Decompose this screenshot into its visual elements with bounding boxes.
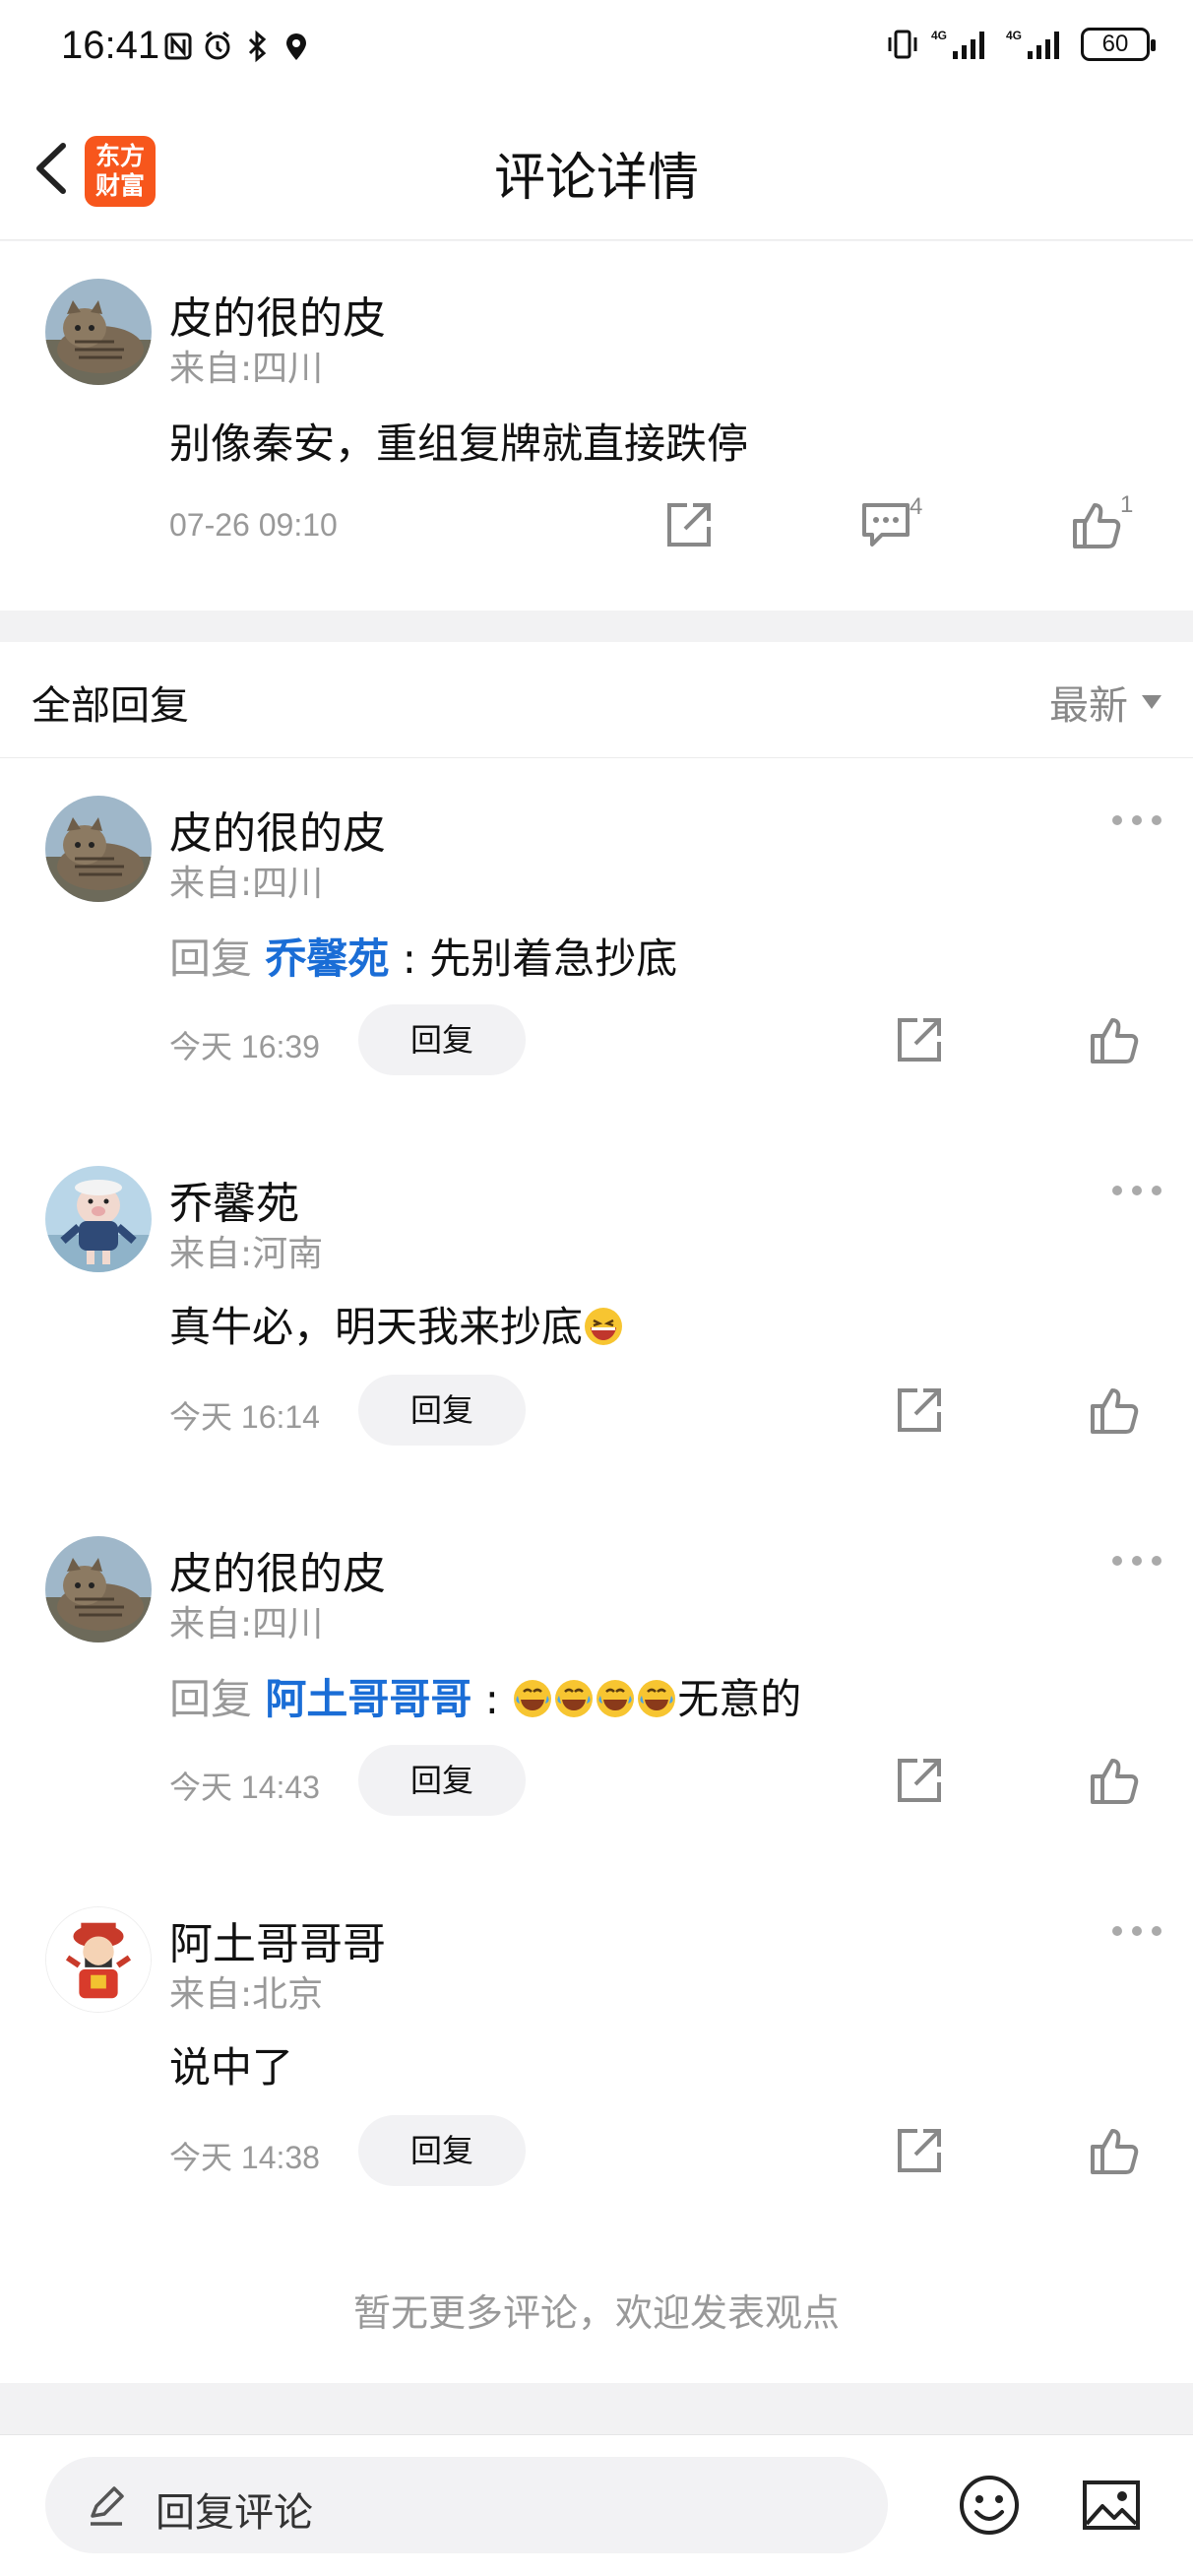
reply-button[interactable]: 回复 <box>358 1004 526 1075</box>
reply-text: 真牛必，明天我来抄底 <box>169 1303 584 1351</box>
nfc-icon <box>164 32 192 60</box>
tears-of-joy-emoji-icon <box>638 1680 676 1717</box>
timestamp: 今天 14:38 <box>169 2140 320 2175</box>
status-bar: 16:41 4G 4G 60 <box>0 0 1193 97</box>
no-more-comments-note: 暂无更多评论，欢迎发表观点 <box>352 2291 840 2335</box>
reply-button[interactable]: 回复 <box>358 2115 526 2186</box>
reply-button[interactable]: 回复 <box>358 1745 526 1816</box>
signal-icon-2: 4G <box>1006 29 1059 59</box>
like-icon[interactable] <box>1085 1381 1144 1440</box>
reply-text: 先别着急抄底 <box>429 934 678 983</box>
mention-link[interactable]: 阿土哥哥哥 <box>265 1675 471 1723</box>
battery-icon: 60 <box>1081 28 1156 61</box>
timestamp: 今天 14:43 <box>169 1770 320 1805</box>
reply-content: 回复 乔馨苑 : 先别着急抄底 <box>169 926 677 986</box>
username[interactable]: 皮的很的皮 <box>169 1538 386 1601</box>
tears-of-joy-emoji-icon <box>514 1680 552 1717</box>
battery-level: 60 <box>1101 31 1129 57</box>
svg-text:4G: 4G <box>1006 29 1022 42</box>
share-icon[interactable] <box>890 2121 949 2180</box>
alarm-icon <box>205 31 230 60</box>
more-options-icon[interactable] <box>1112 1926 1162 1940</box>
mention-link[interactable]: 乔馨苑 <box>265 934 389 983</box>
page-title: 评论详情 <box>493 149 699 208</box>
share-icon[interactable] <box>890 1751 949 1810</box>
image-picker-icon[interactable] <box>1079 2473 1144 2538</box>
comment-content: 别像秦安，重组复牌就直接跌停 <box>169 419 749 468</box>
reply-button[interactable]: 回复 <box>358 1375 526 1446</box>
reply-item: 皮的很的皮 来自:四川 回复 乔馨苑 : 先别着急抄底 今天 16:39 回复 <box>0 758 1193 1128</box>
reply-prefix: 回复 <box>169 934 253 983</box>
reply-text: 无意的 <box>677 1675 802 1723</box>
share-icon[interactable] <box>890 1010 949 1069</box>
comment-icon[interactable] <box>856 495 915 554</box>
username[interactable]: 阿土哥哥哥 <box>169 1908 386 1971</box>
location: 来自:河南 <box>169 1234 324 1274</box>
replies-header: 全部回复 最新 <box>0 642 1193 758</box>
reply-prefix: 回复 <box>169 1675 253 1723</box>
reply-item: 乔馨苑 来自:河南 真牛必，明天我来抄底 今天 16:14 回复 <box>0 1128 1193 1499</box>
svg-text:4G: 4G <box>931 29 947 42</box>
signal-icon-1: 4G <box>931 29 984 59</box>
like-icon[interactable] <box>1085 1010 1144 1069</box>
sort-label: 最新 <box>1049 683 1128 729</box>
reply-content: 回复 阿土哥哥哥 : 无意的 <box>169 1666 801 1726</box>
sort-dropdown[interactable]: 最新 <box>1049 674 1162 731</box>
emoji-picker-icon[interactable] <box>957 2473 1022 2538</box>
status-icons-left <box>163 30 311 63</box>
avatar-cat[interactable] <box>45 1536 152 1642</box>
like-icon[interactable] <box>1067 495 1126 554</box>
vibrate-icon <box>888 30 917 59</box>
reply-separator: : <box>402 934 416 983</box>
username[interactable]: 皮的很的皮 <box>169 283 386 346</box>
more-options-icon[interactable] <box>1112 1556 1162 1570</box>
tears-of-joy-emoji-icon <box>555 1680 594 1717</box>
status-icons-right: 4G 4G 60 <box>886 28 1156 61</box>
timestamp: 07-26 09:10 <box>169 507 338 543</box>
bluetooth-icon <box>248 30 267 63</box>
comment-count: 4 <box>910 493 923 520</box>
replies-title: 全部回复 <box>31 683 189 729</box>
reply-input[interactable]: 回复评论 <box>45 2457 888 2553</box>
timestamp: 今天 16:39 <box>169 1029 320 1064</box>
username[interactable]: 皮的很的皮 <box>169 798 386 861</box>
avatar-cat[interactable] <box>45 279 152 385</box>
like-icon[interactable] <box>1085 2121 1144 2180</box>
like-icon[interactable] <box>1085 1751 1144 1810</box>
dropdown-arrow-icon <box>1142 695 1162 709</box>
avatar-cat[interactable] <box>45 796 152 902</box>
share-icon[interactable] <box>659 495 719 554</box>
pencil-icon <box>91 2486 124 2526</box>
reply-input-placeholder: 回复评论 <box>156 2490 313 2536</box>
reply-text: 说中了 <box>169 2043 294 2092</box>
location-icon <box>286 33 306 60</box>
more-options-icon[interactable] <box>1112 1186 1162 1199</box>
location: 来自:四川 <box>169 1604 324 1644</box>
reply-content: 真牛必，明天我来抄底 <box>169 1294 624 1354</box>
more-options-icon[interactable] <box>1112 815 1162 829</box>
location: 来自:四川 <box>169 864 324 904</box>
nav-bar: 东方 财富 评论详情 <box>0 97 1193 240</box>
reply-separator: : <box>484 1675 499 1723</box>
share-icon[interactable] <box>890 1381 949 1440</box>
tears-of-joy-emoji-icon <box>596 1680 635 1717</box>
reply-list: 皮的很的皮 来自:四川 回复 乔馨苑 : 先别着急抄底 今天 16:39 回复 … <box>0 758 1193 2383</box>
avatar-pig-character[interactable] <box>45 1166 152 1272</box>
main-comment: 皮的很的皮 来自:四川 别像秦安，重组复牌就直接跌停 07-26 09:10 4… <box>0 241 1193 611</box>
bottom-bar: 回复评论 <box>0 2434 1193 2576</box>
status-time: 16:41 <box>61 24 160 67</box>
like-count: 1 <box>1120 491 1134 518</box>
reply-item: 阿土哥哥哥 来自:北京 说中了 今天 14:38 回复 <box>0 1869 1193 2239</box>
location: 来自:北京 <box>169 1974 324 2015</box>
timestamp: 今天 16:14 <box>169 1399 320 1435</box>
avatar-fortune-god[interactable] <box>45 1906 152 2013</box>
laughing-emoji-icon <box>585 1308 623 1345</box>
location: 来自:四川 <box>169 349 324 389</box>
username[interactable]: 乔馨苑 <box>169 1168 299 1231</box>
reply-item: 皮的很的皮 来自:四川 回复 阿土哥哥哥 : 无意的 今天 14:43 回复 <box>0 1499 1193 1869</box>
reply-content: 说中了 <box>169 2034 293 2094</box>
